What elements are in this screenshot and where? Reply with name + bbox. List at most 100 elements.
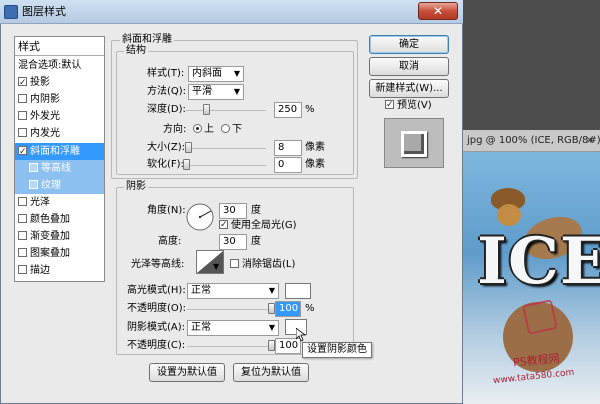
- depth-slider-thumb[interactable]: [203, 104, 210, 115]
- contour-dropdown-arrow[interactable]: ▼: [213, 262, 219, 271]
- sidebar-item[interactable]: 等高线: [15, 159, 104, 177]
- angle-input[interactable]: 30: [219, 203, 247, 219]
- style-list: 样式 混合选项:默认投影内阴影外发光内发光斜面和浮雕等高线纹理光泽颜色叠加渐变叠…: [14, 36, 105, 282]
- sidebar-item-label: 光泽: [30, 196, 50, 208]
- shadow-opacity-thumb[interactable]: [268, 340, 275, 351]
- checkbox-empty-icon[interactable]: [18, 94, 27, 104]
- sidebar-item[interactable]: 投影: [15, 74, 104, 92]
- sidebar-item[interactable]: 图案叠加: [15, 245, 104, 262]
- preview-checkbox[interactable]: 预览(V): [385, 98, 432, 113]
- shadow-mode-label: 阴影模式(A):: [127, 322, 186, 333]
- stamp-mark: [522, 299, 558, 335]
- sidebar-item[interactable]: 外发光: [15, 108, 104, 125]
- cancel-button[interactable]: 取消: [369, 57, 449, 76]
- style-select[interactable]: 内斜面 ▼: [188, 66, 244, 82]
- soften-slider-track[interactable]: [186, 165, 266, 166]
- sidebar-item[interactable]: 纹理: [15, 176, 104, 194]
- new-style-button[interactable]: 新建样式(W)...: [369, 79, 449, 98]
- gloss-contour-picker[interactable]: [196, 250, 224, 274]
- checkbox-empty-icon[interactable]: [18, 248, 27, 258]
- depth-label: 深度(D):: [147, 104, 186, 115]
- direction-down-radio[interactable]: 下: [221, 123, 242, 137]
- checkbox-checked-icon[interactable]: [18, 75, 27, 92]
- angle-label: 角度(N):: [147, 205, 186, 216]
- checkbox-checked-icon: [385, 98, 394, 112]
- document-canvas[interactable]: ICE PS教程网 www.tata580.com: [463, 152, 600, 404]
- sidebar-item-label: 外发光: [30, 111, 60, 123]
- checkbox-empty-icon[interactable]: [18, 265, 27, 275]
- dialog-title: 图层样式: [22, 5, 66, 18]
- sidebar-item-label: 颜色叠加: [30, 213, 70, 225]
- method-select[interactable]: 平滑 ▼: [188, 84, 244, 100]
- sidebar-item[interactable]: 内发光: [15, 125, 104, 142]
- checkbox-checked-icon[interactable]: [18, 144, 27, 161]
- tooltip: 设置阴影颜色: [302, 342, 372, 358]
- highlight-opacity-track[interactable]: [187, 309, 271, 310]
- ok-button[interactable]: 确定: [369, 35, 449, 54]
- shadow-opacity-track[interactable]: [187, 346, 271, 347]
- gloss-contour-label: 光泽等高线:: [131, 259, 185, 270]
- size-slider-thumb[interactable]: [185, 142, 193, 153]
- chevron-down-icon: ▼: [268, 323, 275, 332]
- soften-input[interactable]: 0: [274, 157, 302, 173]
- dialog-titlebar[interactable]: [0, 0, 463, 24]
- document-tab-title: jpg @ 100% (ICE, RGB/8#) *: [467, 135, 600, 146]
- sidebar-item[interactable]: 混合选项:默认: [15, 57, 104, 74]
- reset-default-button[interactable]: 复位为默认值: [233, 363, 309, 382]
- checkbox-empty-icon[interactable]: [18, 213, 27, 223]
- highlight-opacity-label: 不透明度(O):: [127, 303, 187, 314]
- size-unit: 像素: [305, 142, 325, 153]
- shadow-mode-select[interactable]: 正常 ▼: [187, 320, 279, 336]
- depth-input[interactable]: 250: [274, 102, 302, 118]
- global-light-checkbox[interactable]: 使用全局光(G): [219, 218, 297, 233]
- highlight-color-swatch[interactable]: [285, 283, 311, 299]
- highlight-opacity-unit: %: [305, 303, 315, 314]
- size-label: 大小(Z):: [147, 142, 186, 153]
- shading-group-title: 阴影: [124, 181, 148, 193]
- checkbox-empty-icon[interactable]: [29, 162, 38, 172]
- acorn-nut: [497, 204, 521, 226]
- size-input[interactable]: 8: [274, 140, 302, 156]
- highlight-opacity-input[interactable]: 100: [275, 301, 301, 317]
- sidebar-item[interactable]: 渐变叠加: [15, 228, 104, 245]
- soften-slider-thumb[interactable]: [183, 159, 190, 170]
- checkbox-empty-icon[interactable]: [29, 179, 38, 189]
- sidebar-item[interactable]: 斜面和浮雕: [15, 142, 104, 161]
- shadow-opacity-label: 不透明度(C):: [127, 340, 186, 351]
- sidebar-item-label: 纹理: [41, 179, 61, 191]
- chevron-down-icon: ▼: [268, 286, 275, 295]
- direction-up-radio[interactable]: 上: [193, 123, 214, 137]
- document-tab[interactable]: jpg @ 100% (ICE, RGB/8#) * ×: [463, 130, 600, 152]
- style-preview-thumbnail: [384, 118, 444, 168]
- checkbox-empty-icon[interactable]: [18, 111, 27, 121]
- method-label: 方法(Q):: [147, 86, 187, 97]
- altitude-unit: 度: [251, 236, 261, 247]
- make-default-button[interactable]: 设置为默认值: [149, 363, 225, 382]
- altitude-label: 高度:: [158, 236, 182, 247]
- checkbox-empty-icon[interactable]: [18, 231, 27, 240]
- antialias-checkbox[interactable]: 消除锯齿(L): [230, 258, 295, 272]
- chevron-down-icon: ▼: [233, 69, 240, 78]
- checkbox-empty-icon[interactable]: [18, 196, 27, 206]
- sidebar-item[interactable]: 描边: [15, 262, 104, 279]
- close-button[interactable]: ✕: [418, 2, 458, 20]
- angle-dial-center: [198, 215, 202, 219]
- ice-text: ICE: [477, 224, 600, 299]
- highlight-opacity-thumb[interactable]: [268, 303, 275, 314]
- sidebar-item[interactable]: 颜色叠加: [15, 211, 104, 228]
- sidebar-item-label: 图案叠加: [30, 248, 70, 260]
- highlight-mode-select[interactable]: 正常 ▼: [187, 283, 279, 299]
- close-icon[interactable]: ×: [586, 130, 594, 151]
- photoshop-icon: [4, 5, 18, 19]
- sidebar-item-label: 内发光: [30, 128, 60, 140]
- size-slider-track[interactable]: [186, 148, 266, 149]
- sidebar-item[interactable]: 内阴影: [15, 91, 104, 108]
- depth-slider-track[interactable]: [186, 110, 266, 111]
- angle-dial[interactable]: [185, 202, 215, 232]
- altitude-input[interactable]: 30: [219, 234, 247, 250]
- sidebar-item[interactable]: 光泽: [15, 194, 104, 211]
- structure-group-title: 结构: [124, 45, 148, 57]
- checkbox-empty-icon[interactable]: [18, 128, 27, 138]
- checkbox-empty-icon: [230, 259, 239, 268]
- sidebar-item-label: 内阴影: [30, 94, 60, 106]
